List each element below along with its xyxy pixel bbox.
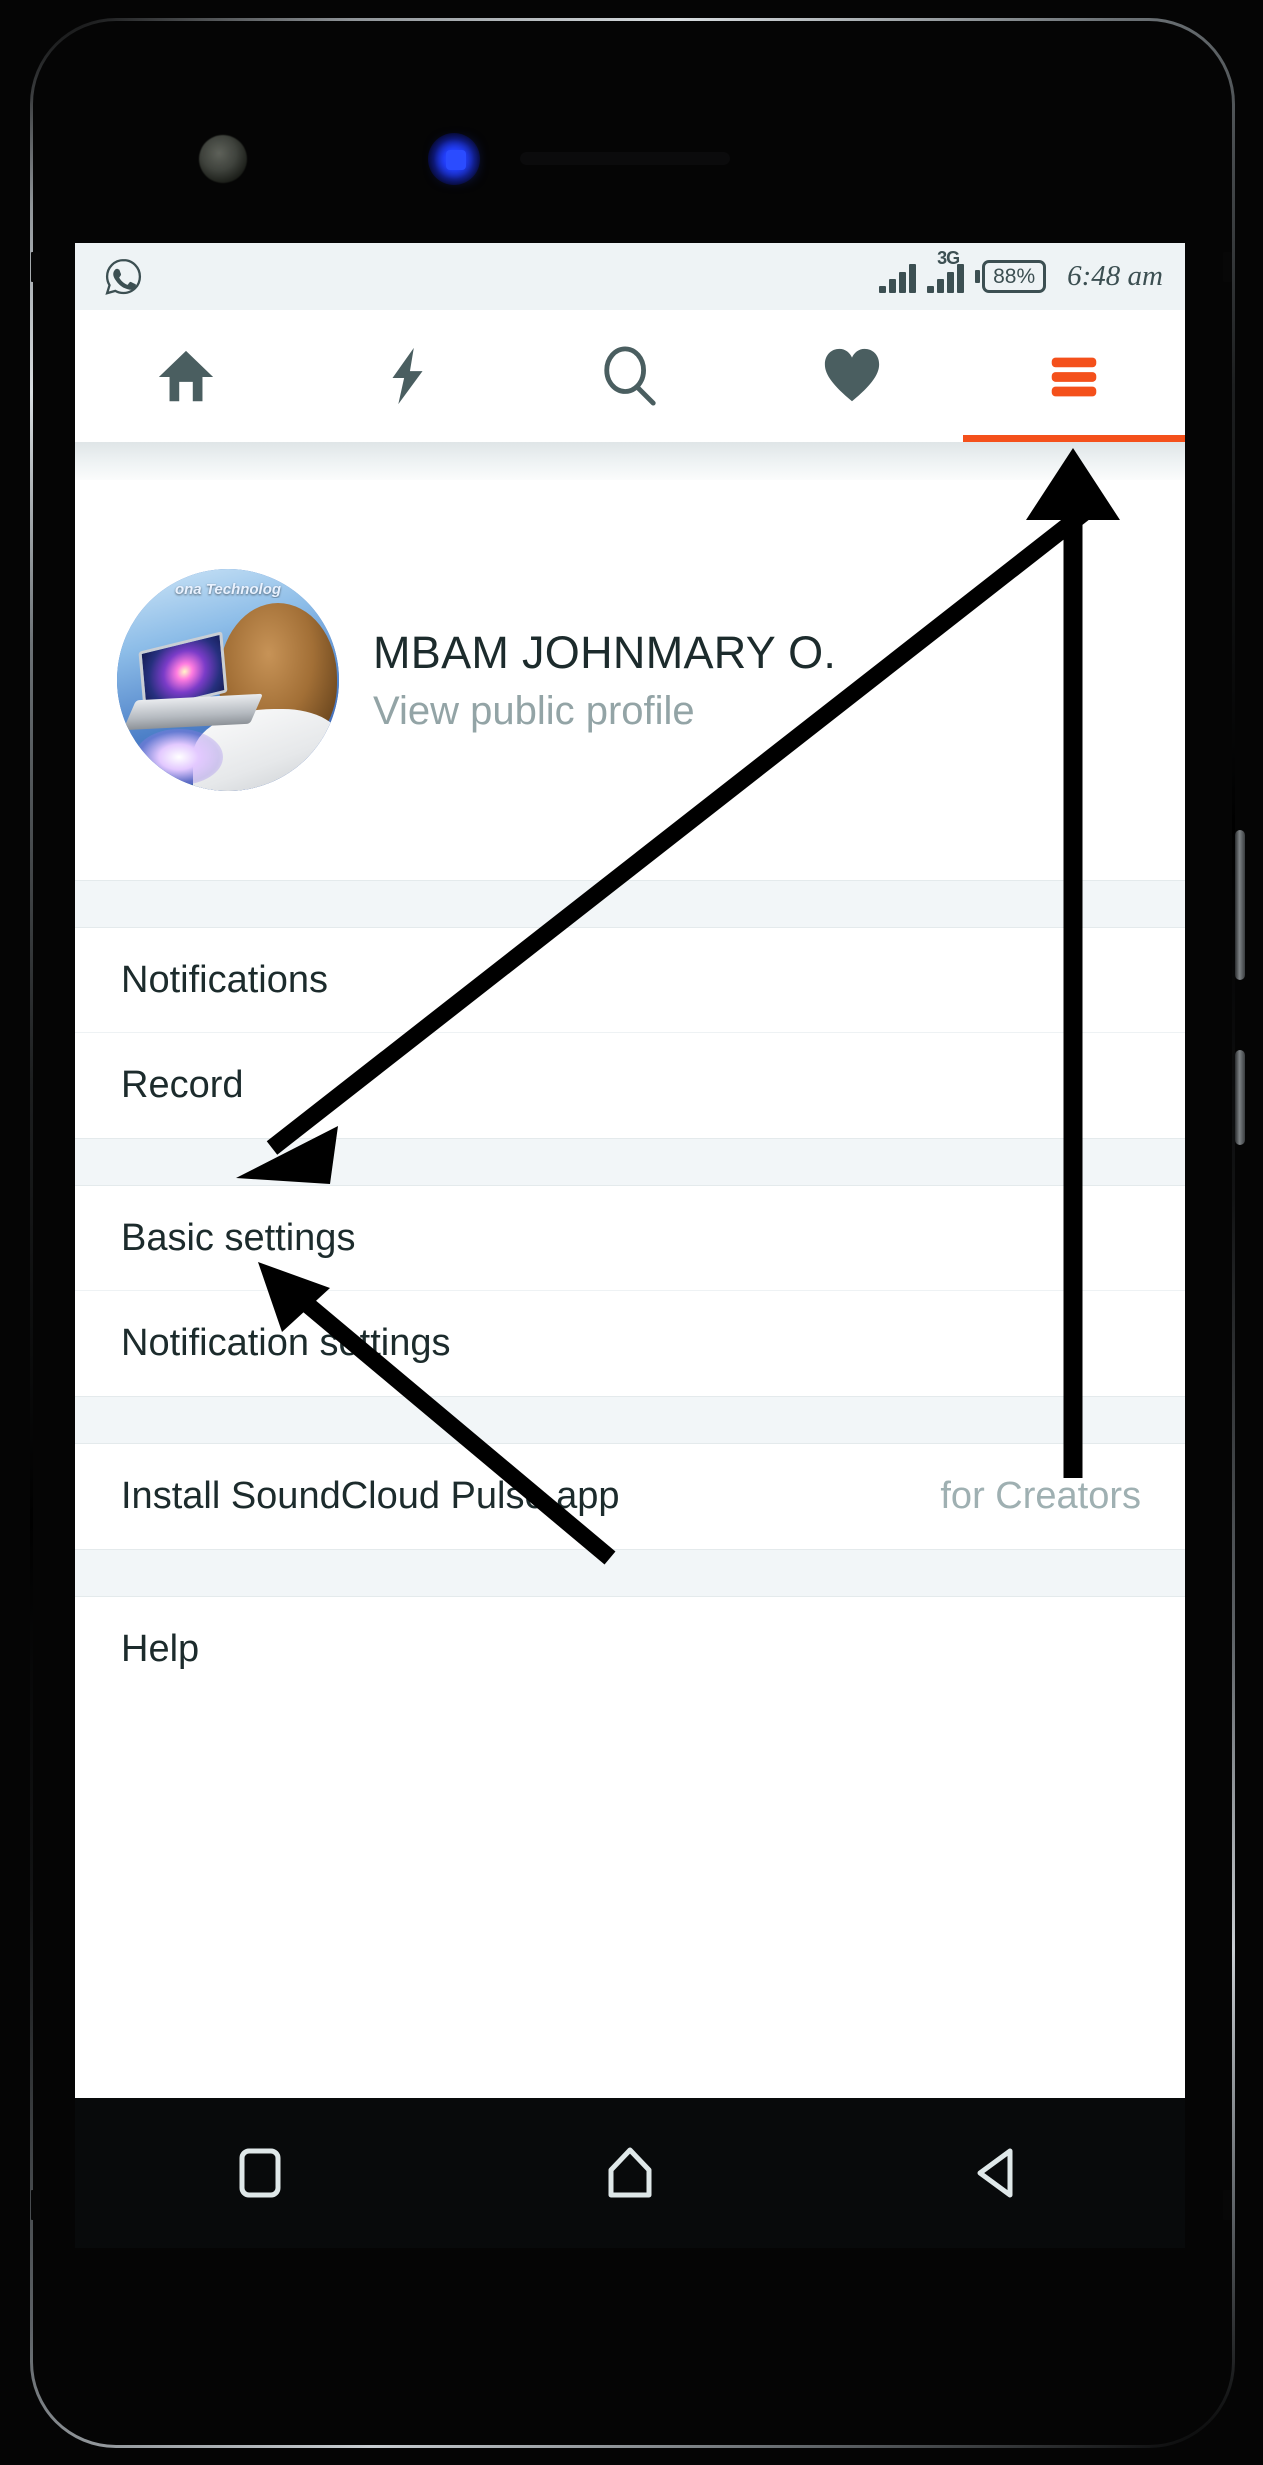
menu-item-notification-settings[interactable]: Notification settings: [75, 1291, 1185, 1396]
menu-item-help[interactable]: Help: [75, 1597, 1185, 1702]
home-pentagon-icon: [608, 2147, 652, 2198]
nav-tab-search[interactable]: [519, 310, 741, 442]
profile-header[interactable]: ona Technolog MBAM JOHNMARY O. View publ…: [75, 480, 1185, 880]
android-back-button[interactable]: [815, 2143, 1185, 2203]
top-navigation-bar: [75, 310, 1185, 442]
status-bar-right: 3G 88% 6:48 am: [879, 248, 1163, 293]
profile-text-block: MBAM JOHNMARY O. View public profile: [373, 627, 836, 734]
profile-name: MBAM JOHNMARY O.: [373, 626, 837, 678]
menu-item-label: Notifications: [121, 958, 328, 1001]
header-shadow-strip: [75, 442, 1185, 480]
battery-percent-label: 88%: [993, 264, 1036, 288]
back-triangle-icon: [977, 2148, 1013, 2198]
nav-tab-likes[interactable]: [741, 310, 963, 442]
heart-icon: [824, 348, 880, 402]
search-icon: [604, 346, 656, 406]
nav-tab-home[interactable]: [75, 310, 297, 442]
menu-item-label: Record: [121, 1064, 244, 1106]
menu-item-record[interactable]: Record: [75, 1033, 1185, 1138]
active-tab-indicator: [963, 435, 1185, 442]
home-icon: [158, 350, 214, 402]
menu-item-label: Install SoundCloud Pulse app: [121, 1475, 620, 1517]
android-recents-button[interactable]: [75, 2143, 445, 2203]
section-divider: [75, 880, 1185, 928]
menu-item-basic-settings[interactable]: Basic settings: [75, 1186, 1185, 1291]
signal-strength-2-icon: 3G: [927, 248, 965, 293]
menu-item-label: Help: [121, 1628, 200, 1670]
menu-item-label: Notification settings: [121, 1322, 451, 1364]
section-divider: [75, 1396, 1185, 1444]
status-bar-clock: 6:48 am: [1067, 260, 1163, 292]
avatar-glow: [135, 729, 223, 785]
antenna-gap-bottom-right: [1223, 2190, 1232, 2220]
menu-item-notifications[interactable]: Notifications: [75, 928, 1185, 1033]
nav-tab-stream[interactable]: [297, 310, 519, 442]
battery-icon: 88%: [975, 260, 1047, 293]
status-bar: 3G 88% 6:48 am: [75, 243, 1185, 310]
whatsapp-icon: [105, 258, 142, 295]
signal-strength-1-icon: [879, 261, 917, 293]
power-button[interactable]: [1235, 1050, 1245, 1145]
android-navigation-bar: [75, 2098, 1185, 2248]
menu-item-install-soundcloud-pulse[interactable]: Install SoundCloud Pulse app for Creator…: [75, 1444, 1185, 1549]
status-bar-left: [103, 256, 144, 297]
antenna-gap-bottom-left: [31, 2190, 40, 2220]
avatar[interactable]: ona Technolog: [117, 569, 339, 791]
menu-item-aside: for Creators: [940, 1475, 1141, 1517]
network-type-label: 3G: [937, 247, 960, 268]
hamburger-icon: [1051, 357, 1097, 397]
phone-screen: 3G 88% 6:48 am ona Technolog MBAM JOHNMA…: [75, 243, 1185, 2098]
view-public-profile-link[interactable]: View public profile: [373, 689, 836, 734]
front-camera-icon: [199, 135, 247, 183]
nav-tab-more[interactable]: [963, 310, 1185, 442]
antenna-gap-top-left: [31, 252, 40, 282]
avatar-banner-text: ona Technolog: [174, 581, 282, 598]
bolt-icon: [392, 347, 423, 405]
notification-led-core: [446, 150, 466, 170]
android-home-button[interactable]: [445, 2143, 815, 2203]
section-divider: [75, 1138, 1185, 1186]
volume-button[interactable]: [1235, 830, 1245, 980]
section-divider: [75, 1549, 1185, 1597]
earpiece-speaker: [520, 152, 730, 165]
menu-item-label: Basic settings: [121, 1216, 356, 1259]
phone-frame: 3G 88% 6:48 am ona Technolog MBAM JOHNMA…: [0, 0, 1263, 2465]
recents-square-icon: [239, 2148, 281, 2198]
antenna-gap-top-right: [1223, 252, 1232, 282]
